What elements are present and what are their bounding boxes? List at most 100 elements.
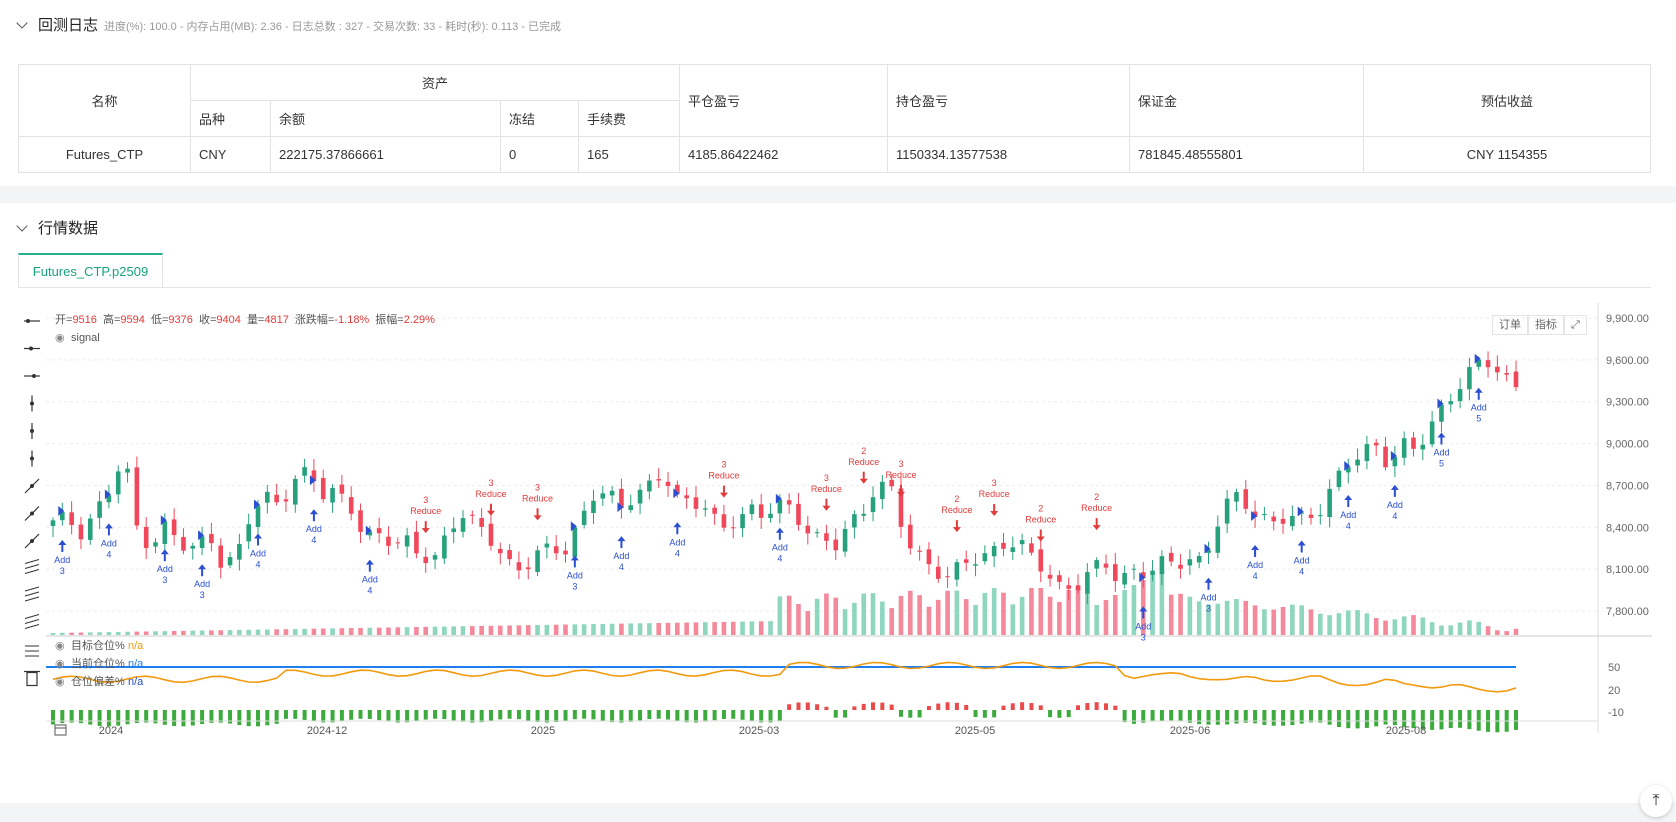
market-title: 行情数据: [38, 220, 99, 237]
volume-bar: [926, 606, 932, 635]
candle-body: [1439, 404, 1444, 422]
candle-body: [842, 528, 848, 552]
volume-bar: [153, 631, 158, 635]
arrow-down-icon: [859, 471, 868, 484]
segment-icon[interactable]: [24, 533, 40, 549]
deviation-bar: [461, 710, 466, 722]
trash-icon[interactable]: [24, 670, 40, 687]
signal-legend[interactable]: ◉ signal: [55, 332, 100, 344]
ohlc-legend: 开=9516 高=9594 低=9376 收=9404 量=4817 涨跌幅=-…: [55, 312, 435, 326]
eye-icon[interactable]: ◉: [55, 332, 65, 344]
candle-body: [647, 480, 652, 492]
volume-bar: [87, 632, 93, 635]
candle-body: [1131, 568, 1137, 570]
back-to-top-button[interactable]: ⤒: [1640, 785, 1672, 817]
deviation-bar: [954, 702, 959, 710]
deviation-bar: [1159, 710, 1164, 721]
candle-body: [553, 546, 559, 554]
vertical-segment-icon[interactable]: [30, 450, 34, 467]
reduce-marker: 2Reduce: [1025, 503, 1056, 542]
deviation-bar: [740, 710, 745, 720]
chevron-down-icon[interactable]: [16, 220, 28, 232]
deviation-bar: [917, 710, 922, 718]
volume-bar: [1271, 609, 1277, 635]
chevron-down-icon[interactable]: [16, 17, 28, 29]
marker-count: 4: [255, 560, 260, 570]
volume-bars: [50, 570, 1519, 635]
marker-count: 3: [572, 581, 577, 591]
deviation-bar: [1476, 710, 1481, 731]
deviation-bar: [339, 710, 344, 722]
candle-body: [69, 512, 74, 525]
volume-bar: [209, 630, 214, 635]
candle-body: [432, 555, 438, 560]
deviation-bar: [926, 706, 931, 710]
volume-bar: [1401, 616, 1407, 635]
log-title: 回测日志: [38, 17, 99, 34]
volume-bar: [805, 611, 811, 635]
market-header[interactable]: 行情数据: [16, 217, 99, 238]
horizontal-line-icon[interactable]: [24, 319, 40, 323]
candlesticks: [50, 351, 1519, 605]
price-chart[interactable]: Add3Add4Add3 Add3Add4Add4Add43Reduce3Redu…: [0, 303, 1676, 803]
volume-bar: [78, 632, 84, 635]
time-tick-label: 2024: [99, 725, 123, 737]
price-tick-label: 8,400.00: [1606, 522, 1649, 534]
volume-bar: [1495, 630, 1500, 635]
deviation-bar: [1103, 703, 1108, 710]
ray-line-icon[interactable]: [24, 506, 40, 521]
candle-body: [348, 497, 354, 514]
volume-bar: [1280, 606, 1286, 635]
sub-legend-label: 当前仓位%: [71, 656, 125, 670]
deviation-bar: [1281, 710, 1286, 726]
candle-body: [1383, 446, 1388, 468]
volume-bar: [97, 632, 102, 635]
candle-body: [637, 489, 643, 504]
candle-body: [1355, 459, 1360, 466]
reduce-marker: 2Reduce: [1081, 492, 1112, 531]
marker-label: Add: [1471, 403, 1487, 413]
volume-bar: [544, 624, 550, 635]
volume-bar: [470, 626, 475, 635]
pitchfork-icon[interactable]: [24, 614, 40, 629]
cell-balance: 222175.37866661: [270, 136, 501, 173]
volume-bar: [693, 622, 699, 635]
trend-line-icon[interactable]: [24, 478, 40, 494]
volume-bar: [842, 609, 848, 635]
deviation-bar: [535, 710, 540, 722]
deviation-bar: [833, 710, 838, 718]
deviation-bar: [162, 710, 167, 725]
price-range-icon[interactable]: [24, 559, 40, 574]
volume-bar: [870, 593, 876, 635]
parallel-channel-icon[interactable]: [24, 586, 40, 602]
volume-bar: [553, 624, 559, 635]
marker-label: Add: [1135, 621, 1151, 631]
volume-bar: [1094, 605, 1099, 635]
volume-bar: [1439, 625, 1444, 635]
candle-body: [973, 564, 978, 566]
volume-bar: [954, 590, 960, 635]
tab-futures-ctp-p2509[interactable]: Futures_CTP.p2509: [18, 253, 163, 288]
log-header[interactable]: 回测日志 进度(%): 100.0 - 内存占用(MB): 2.36 - 日志总…: [16, 14, 561, 35]
col-balance: 余额: [270, 100, 501, 137]
marker-label: Reduce: [811, 484, 842, 494]
horizontal-ray-icon[interactable]: [24, 346, 40, 351]
candle-body: [507, 550, 512, 560]
extended-line-icon[interactable]: [24, 374, 40, 378]
vertical-line-icon[interactable]: [30, 395, 34, 412]
deviation-bar: [237, 710, 242, 726]
calendar-icon[interactable]: [54, 724, 67, 736]
volume-bar: [237, 629, 242, 635]
vertical-ray-icon[interactable]: [30, 423, 34, 439]
candle-body: [339, 484, 345, 494]
candle-body: [917, 550, 922, 552]
volume-bar: [1057, 601, 1062, 635]
price-tick-label: 7,800.00: [1606, 606, 1649, 618]
fib-icon[interactable]: [25, 645, 39, 657]
volume-bar: [861, 593, 867, 635]
marker-count: 4: [367, 586, 372, 596]
deviation-bar: [1131, 710, 1136, 724]
deviation-bar: [600, 710, 605, 721]
marker-label: Reduce: [848, 457, 879, 467]
arrow-up-icon: [198, 564, 207, 577]
